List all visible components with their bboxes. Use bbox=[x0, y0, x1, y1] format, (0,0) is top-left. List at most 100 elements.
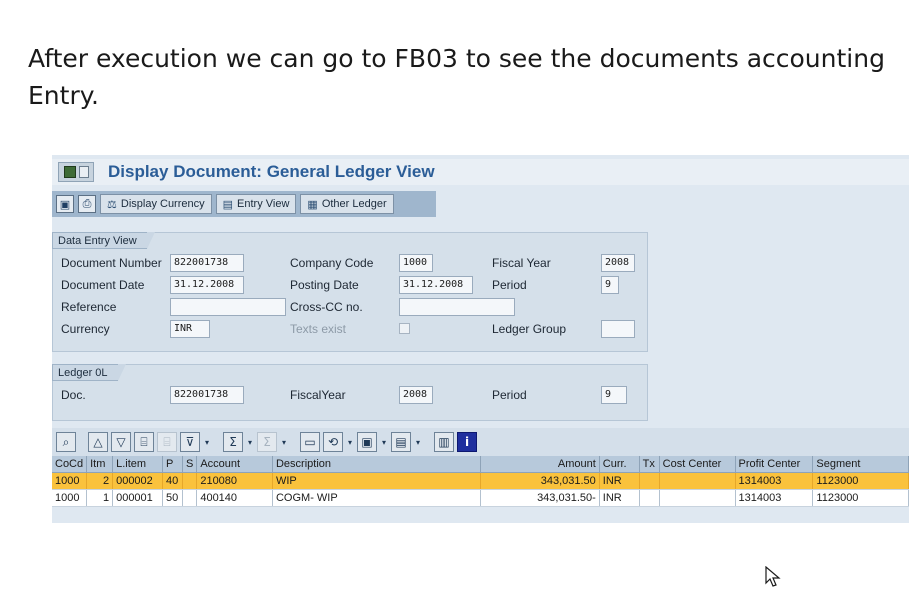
document-overview-icon[interactable]: ▣ bbox=[56, 195, 74, 213]
filter-icon[interactable]: ⊽ bbox=[180, 432, 200, 452]
reference-label: Reference bbox=[61, 300, 117, 314]
cell-s bbox=[182, 489, 198, 507]
views-icon[interactable]: ▣ bbox=[357, 432, 377, 452]
title-bar: Display Document: General Ledger View bbox=[52, 159, 909, 185]
col-cocd[interactable]: CoCd bbox=[52, 456, 88, 473]
cell-s bbox=[182, 472, 198, 490]
cell-segment: 1123000 bbox=[812, 472, 909, 490]
currency-label: Currency bbox=[61, 322, 110, 336]
print-icon[interactable]: ⎙ bbox=[78, 195, 96, 213]
cell-account: 400140 bbox=[196, 489, 273, 507]
doc-label: Doc. bbox=[61, 388, 86, 402]
caption-line-1: After execution we can go to FB03 to see… bbox=[28, 44, 885, 73]
col-curr[interactable]: Curr. bbox=[599, 456, 640, 473]
cross-cc-label: Cross-CC no. bbox=[290, 300, 363, 314]
subtotal-icon[interactable]: Σ bbox=[257, 432, 277, 452]
graphic-icon[interactable]: ▥ bbox=[434, 432, 454, 452]
other-ledger-button[interactable]: ▦ Other Ledger bbox=[300, 194, 394, 214]
col-amount[interactable]: Amount bbox=[480, 456, 600, 473]
data-entry-view-group: Data Entry View Document Number 82200173… bbox=[52, 232, 648, 352]
document-date-label: Document Date bbox=[61, 278, 145, 292]
views-dropdown-icon[interactable]: ▾ bbox=[380, 432, 388, 452]
reference-field[interactable] bbox=[170, 298, 286, 316]
entry-view-button[interactable]: ▤ Entry View bbox=[215, 194, 297, 214]
texts-exist-label: Texts exist bbox=[290, 322, 347, 336]
cell-posting-key: 40 bbox=[162, 472, 183, 490]
details-icon[interactable]: ⌕ bbox=[56, 432, 76, 452]
cell-profit-center: 1314003 bbox=[735, 489, 814, 507]
col-litem[interactable]: L.item bbox=[112, 456, 163, 473]
period-field[interactable]: 9 bbox=[601, 276, 619, 294]
find-next-icon[interactable]: ⌸ bbox=[157, 432, 177, 452]
line-items-table: CoCd Itm L.item P S Account Description … bbox=[52, 456, 909, 507]
subtotal-dropdown-icon[interactable]: ▾ bbox=[280, 432, 288, 452]
cell-litem: 000002 bbox=[112, 472, 163, 490]
total-dropdown-icon[interactable]: ▾ bbox=[246, 432, 254, 452]
col-account[interactable]: Account bbox=[196, 456, 273, 473]
other-ledger-label: Other Ledger bbox=[321, 198, 387, 210]
ledger-group: Ledger 0L Doc. 822001738 FiscalYear 2008… bbox=[52, 364, 648, 421]
company-code-field[interactable]: 1000 bbox=[399, 254, 433, 272]
layout-icon[interactable]: ▤ bbox=[391, 432, 411, 452]
cross-cc-field[interactable] bbox=[399, 298, 515, 316]
cell-curr: INR bbox=[599, 489, 640, 507]
cell-segment: 1123000 bbox=[812, 489, 909, 507]
coins-icon: ⚖ bbox=[107, 198, 117, 211]
grid-toolbar: ⌕ △ ▽ ⌸ ⌸ ⊽ ▾ Σ ▾ Σ ▾ ▭ ⟲ ▾ ▣ ▾ ▤ ▾ ▥ i bbox=[52, 428, 909, 456]
col-profit-center[interactable]: Profit Center bbox=[735, 456, 814, 473]
currency-field[interactable]: INR bbox=[170, 320, 210, 338]
filter-dropdown-icon[interactable]: ▾ bbox=[203, 432, 211, 452]
system-menu-icon[interactable] bbox=[58, 162, 94, 182]
period-label: Period bbox=[492, 278, 527, 292]
cell-cocd: 1000 bbox=[52, 489, 88, 507]
screen-icon bbox=[63, 166, 76, 178]
document-date-field[interactable]: 31.12.2008 bbox=[170, 276, 244, 294]
total-icon[interactable]: Σ bbox=[223, 432, 243, 452]
find-icon[interactable]: ⌸ bbox=[134, 432, 154, 452]
table-row[interactable]: 1000 2 000002 40 210080 WIP 343,031.50 I… bbox=[52, 472, 909, 490]
document-number-label: Document Number bbox=[61, 256, 162, 270]
col-s[interactable]: S bbox=[182, 456, 198, 473]
entry-view-label: Entry View bbox=[237, 198, 290, 210]
dropdown-icon bbox=[78, 166, 89, 178]
cell-description: WIP bbox=[272, 472, 482, 490]
export-dropdown-icon[interactable]: ▾ bbox=[346, 432, 354, 452]
ledger-group-label: Ledger Group bbox=[492, 322, 567, 336]
ledger-group-field[interactable] bbox=[601, 320, 635, 338]
cell-cost-center bbox=[659, 489, 736, 507]
ledger-fiscal-year-label: FiscalYear bbox=[290, 388, 346, 402]
company-code-label: Company Code bbox=[290, 256, 374, 270]
ledger-period-field[interactable]: 9 bbox=[601, 386, 627, 404]
document-number-field[interactable]: 822001738 bbox=[170, 254, 244, 272]
cell-posting-key: 50 bbox=[162, 489, 183, 507]
mouse-cursor-icon bbox=[765, 566, 781, 587]
entry-view-icon: ▤ bbox=[222, 198, 234, 211]
col-cost-center[interactable]: Cost Center bbox=[659, 456, 736, 473]
ledger-fiscal-year-field[interactable]: 2008 bbox=[399, 386, 433, 404]
caption-line-2: Entry. bbox=[28, 81, 99, 110]
col-tx[interactable]: Tx bbox=[639, 456, 660, 473]
col-segment[interactable]: Segment bbox=[812, 456, 909, 473]
window-title: Display Document: General Ledger View bbox=[108, 162, 435, 181]
export-icon[interactable]: ⟲ bbox=[323, 432, 343, 452]
doc-field[interactable]: 822001738 bbox=[170, 386, 244, 404]
info-icon[interactable]: i bbox=[457, 432, 477, 452]
cell-tx bbox=[639, 489, 660, 507]
display-currency-button[interactable]: ⚖ Display Currency bbox=[100, 194, 212, 214]
table-header-row: CoCd Itm L.item P S Account Description … bbox=[52, 456, 909, 473]
print-preview-icon[interactable]: ▭ bbox=[300, 432, 320, 452]
layout-dropdown-icon[interactable]: ▾ bbox=[414, 432, 422, 452]
posting-date-label: Posting Date bbox=[290, 278, 359, 292]
col-posting-key[interactable]: P bbox=[162, 456, 183, 473]
sort-ascending-icon[interactable]: △ bbox=[88, 432, 108, 452]
col-description[interactable]: Description bbox=[272, 456, 482, 473]
sort-descending-icon[interactable]: ▽ bbox=[111, 432, 131, 452]
table-row[interactable]: 1000 1 000001 50 400140 COGM- WIP 343,03… bbox=[52, 489, 909, 507]
application-toolbar: ▣ ⎙ ⚖ Display Currency ▤ Entry View ▦ Ot… bbox=[52, 191, 436, 217]
cell-curr: INR bbox=[599, 472, 640, 490]
posting-date-field[interactable]: 31.12.2008 bbox=[399, 276, 473, 294]
cell-cocd: 1000 bbox=[52, 472, 88, 490]
col-itm[interactable]: Itm bbox=[86, 456, 114, 473]
fiscal-year-field[interactable]: 2008 bbox=[601, 254, 635, 272]
texts-exist-checkbox[interactable] bbox=[399, 323, 410, 334]
